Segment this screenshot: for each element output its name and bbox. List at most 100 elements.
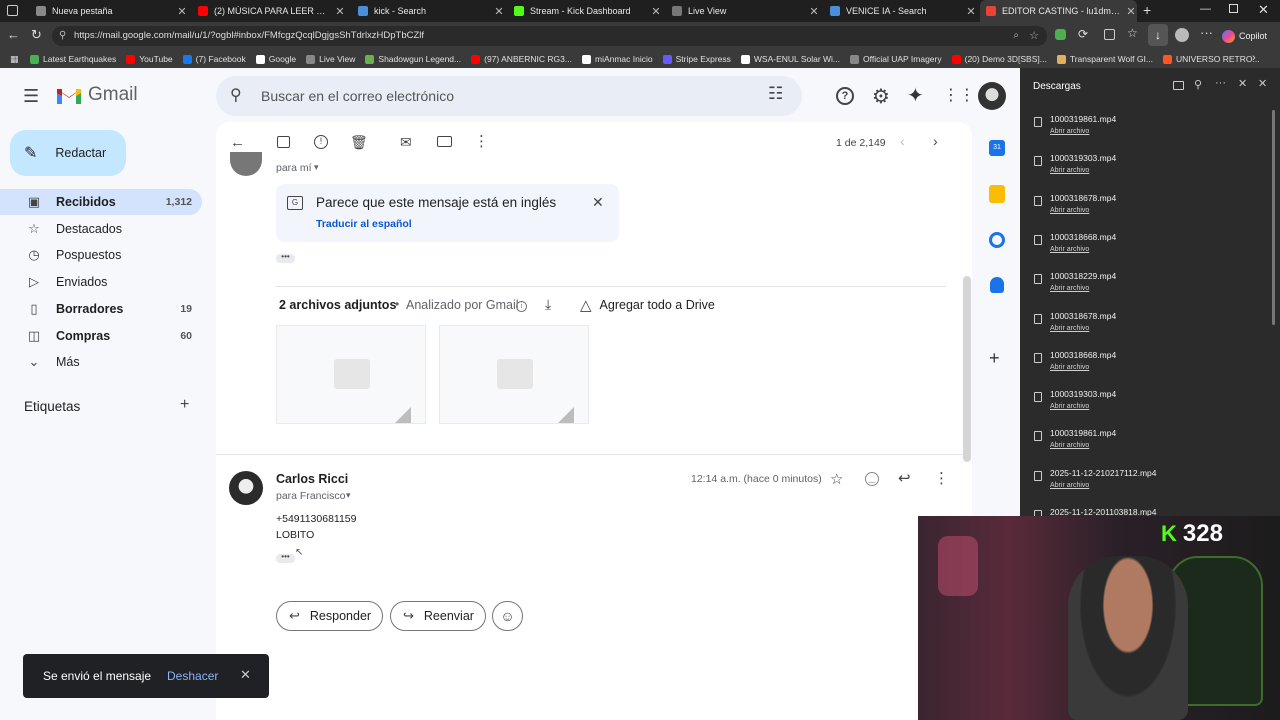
favorite-icon[interactable]: ☆ [1029, 26, 1039, 46]
close-tab-icon[interactable]: ✕ [334, 5, 346, 18]
nav-item-compras[interactable]: ◫ Compras 60 [0, 323, 202, 349]
star-icon[interactable]: ☆ [830, 470, 843, 488]
emoji-reaction-button[interactable]: ☺ [492, 601, 523, 631]
bookmark-item[interactable]: Official UAP Imagery [850, 54, 942, 64]
scrollbar[interactable] [1272, 110, 1275, 325]
archive-icon[interactable] [277, 136, 290, 148]
close-tab-icon[interactable]: ✕ [808, 5, 820, 18]
help-icon[interactable]: ? [836, 87, 854, 105]
browser-tab[interactable]: (2) MÚSICA PARA LEER TERROR Y... ✕ [192, 0, 346, 22]
browser-tab[interactable]: Nueva pestaña ✕ [30, 0, 188, 22]
google-apps-icon[interactable]: ⋮⋮ [943, 85, 975, 105]
bookmark-item[interactable]: UNIVERSO RETRO... [1162, 54, 1260, 64]
open-file-link[interactable]: Abrir archivo [1050, 246, 1089, 253]
open-folder-icon[interactable] [1173, 81, 1184, 90]
info-icon[interactable]: i [516, 301, 527, 312]
close-panel-icon[interactable]: ✕ [1258, 77, 1267, 90]
open-file-link[interactable]: Abrir archivo [1050, 403, 1089, 410]
close-banner-icon[interactable]: ✕ [592, 194, 604, 211]
show-trimmed-button[interactable]: ••• [276, 253, 295, 263]
gmail-logo[interactable]: Gmail [56, 84, 138, 106]
next-page-icon[interactable]: › [933, 133, 938, 149]
bookmark-item[interactable]: (97) ANBERNIC RG3... [471, 54, 572, 64]
download-item[interactable]: 1000318668.mp4 Abrir archivo [1020, 230, 1280, 269]
settings-icon[interactable]: ⚙ [872, 84, 890, 109]
download-item[interactable]: 1000319861.mp4 Abrir archivo [1020, 112, 1280, 151]
browser-tab[interactable]: VENICE IA - Search ✕ [824, 0, 977, 22]
download-item[interactable]: 1000318229.mp4 Abrir archivo [1020, 269, 1280, 308]
delete-icon[interactable]: 🗑 [350, 134, 368, 151]
bookmark-item[interactable]: Latest Earthquakes [30, 54, 116, 64]
close-window-button[interactable]: ✕ [1258, 2, 1269, 18]
nav-item-recibidos[interactable]: ▣ Recibidos 1,312 [0, 189, 202, 215]
download-item[interactable]: 1000318668.mp4 Abrir archivo [1020, 348, 1280, 387]
download-item[interactable]: 2025-11-12-201103818.mp4Abrir archivo [1020, 505, 1280, 516]
search-downloads-icon[interactable]: ⚲ [1194, 78, 1202, 91]
close-tab-icon[interactable]: ✕ [176, 5, 188, 18]
search-bar[interactable]: ⚲ Buscar en el correo electrónico ☷ [216, 76, 802, 116]
open-file-link[interactable]: Abrir archivo [1050, 325, 1089, 332]
download-item[interactable]: 1000319861.mp4 Abrir archivo [1020, 426, 1280, 465]
sender-avatar[interactable] [229, 471, 263, 505]
bookmark-item[interactable]: YouTube [126, 54, 173, 64]
close-tab-icon[interactable]: ✕ [493, 5, 505, 18]
split-screen-icon[interactable] [1104, 29, 1115, 40]
browser-tab[interactable]: Stream - Kick Dashboard ✕ [508, 0, 662, 22]
open-file-link[interactable]: Abrir archivo [1050, 442, 1089, 449]
browser-tab[interactable]: kick - Search ✕ [352, 0, 505, 22]
move-to-icon[interactable] [437, 136, 452, 147]
download-item[interactable]: 1000318678.mp4 Abrir archivo [1020, 191, 1280, 230]
add-to-drive-button[interactable]: △ Agregar todo a Drive [580, 296, 715, 314]
menu-icon[interactable]: ··· [1200, 25, 1213, 40]
previous-page-icon[interactable]: ‹ [900, 133, 905, 149]
mark-unread-icon[interactable]: ✉ [400, 134, 412, 151]
download-item[interactable]: 1000319303.mp4 Abrir archivo [1020, 151, 1280, 190]
gemini-icon[interactable]: ✦ [907, 83, 924, 108]
reply-icon[interactable]: ↩ [898, 469, 911, 487]
tasks-icon[interactable] [989, 232, 1005, 248]
bookmark-item[interactable]: Google [255, 54, 296, 64]
nav-item-borradores[interactable]: ▯ Borradores 19 [0, 296, 202, 322]
copilot-button[interactable]: Copilot [1222, 27, 1267, 45]
profile-avatar[interactable] [1175, 28, 1189, 42]
bookmark-item[interactable]: (20) Demo 3D[SBS]... [951, 54, 1047, 64]
apps-icon[interactable]: ▦ [10, 54, 19, 65]
browser-tab[interactable]: Live View ✕ [666, 0, 820, 22]
back-icon[interactable]: ← [7, 27, 20, 42]
nav-item-más[interactable]: ⌄ Más [0, 349, 202, 375]
browser-tab[interactable]: EDITOR CASTING - lu1dmx.arg@... ✕ [980, 0, 1137, 22]
close-snackbar-icon[interactable]: ✕ [240, 667, 251, 683]
open-file-link[interactable]: Abrir archivo [1050, 128, 1089, 135]
search-options-icon[interactable]: ☷ [768, 84, 783, 104]
calendar-icon[interactable]: 31 [989, 140, 1005, 156]
zoom-icon[interactable]: ⌕ [1013, 26, 1019, 46]
extension-icon[interactable] [1055, 29, 1066, 40]
scrollbar[interactable] [963, 276, 971, 462]
refresh-icon[interactable]: ↻ [31, 27, 42, 43]
recipient-details-icon[interactable]: ▾ [314, 162, 319, 173]
url-field[interactable]: ⚲ https://mail.google.com/mail/u/1/?ogbl… [52, 26, 1047, 46]
forward-button[interactable]: ↪ Reenviar [390, 601, 486, 631]
bookmark-item[interactable]: WSA-ENUL Solar Wi... [740, 54, 840, 64]
add-addon-icon[interactable]: + [989, 348, 1000, 369]
download-all-icon[interactable]: ⤓ [545, 296, 551, 313]
new-tab-button[interactable]: + [1143, 2, 1151, 18]
more-options-icon[interactable]: ⋮ [934, 469, 949, 487]
download-item[interactable]: 2025-11-12-210217112.mp4 Abrir archivo [1020, 466, 1280, 505]
contacts-icon[interactable] [990, 277, 1004, 293]
search-input[interactable]: Buscar en el correo electrónico [261, 88, 454, 104]
download-item[interactable]: 1000318678.mp4 Abrir archivo [1020, 309, 1280, 348]
add-label-icon[interactable]: + [180, 396, 189, 414]
more-options-icon[interactable]: ··· [1215, 77, 1226, 89]
keep-icon[interactable] [989, 185, 1005, 203]
bookmarks-overflow-icon[interactable]: › [1252, 52, 1256, 64]
back-to-inbox-icon[interactable]: ← [230, 134, 245, 151]
maximize-button[interactable] [1229, 4, 1238, 13]
open-file-link[interactable]: Abrir archivo [1050, 364, 1089, 371]
message-recipient[interactable]: para Francisco [276, 490, 345, 502]
attachment-thumbnail[interactable] [439, 325, 589, 424]
compose-button[interactable]: ✎ Redactar [10, 130, 126, 176]
reply-button[interactable]: ↩ Responder [276, 601, 383, 631]
more-options-icon[interactable]: ⋮ [474, 132, 489, 150]
main-menu-icon[interactable]: ☰ [23, 86, 39, 107]
